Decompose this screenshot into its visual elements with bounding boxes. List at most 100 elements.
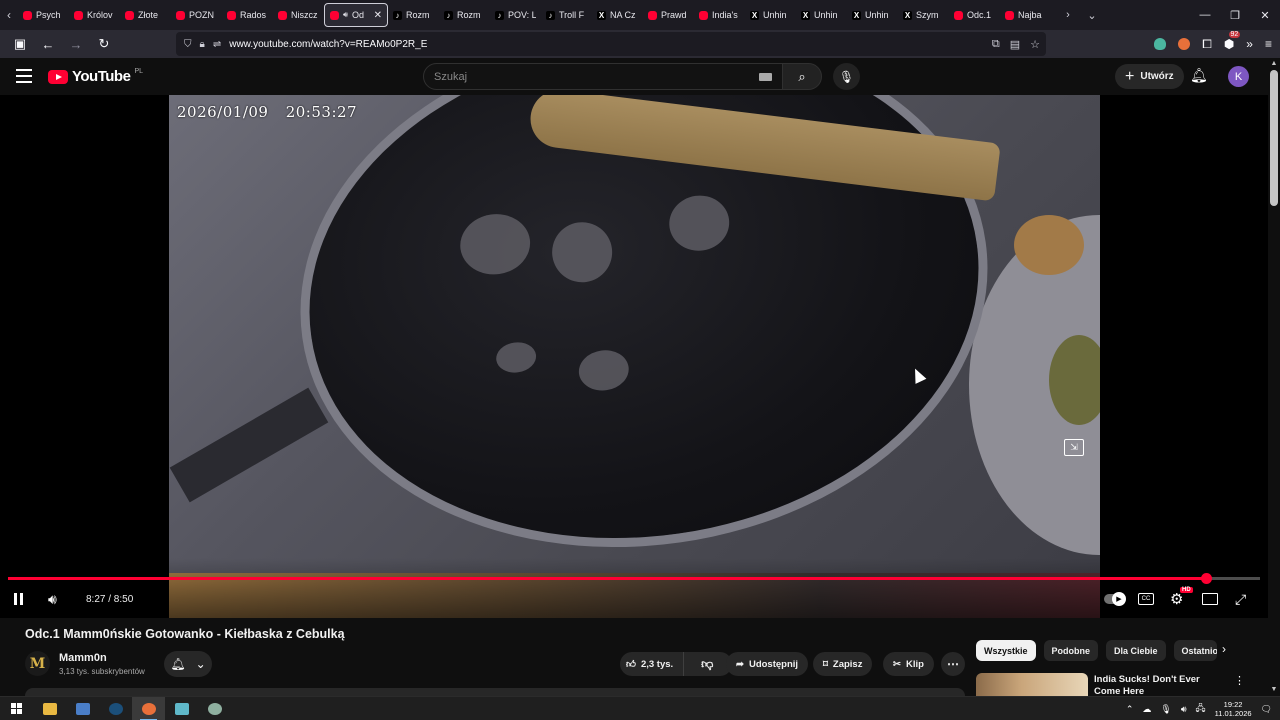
tab[interactable]: Odc.1 <box>949 3 1000 27</box>
overflow-chevron-icon[interactable]: » <box>1246 37 1253 51</box>
picture-in-picture-icon[interactable]: ⧉ <box>992 38 1000 51</box>
keyboard-icon[interactable] <box>759 73 772 81</box>
tab[interactable]: POZN <box>171 3 222 27</box>
hamburger-menu-icon[interactable] <box>16 69 32 83</box>
minimize-icon[interactable]: — <box>1190 0 1220 30</box>
tab[interactable]: ♪ Rozm <box>439 3 490 27</box>
tab-audio-icon[interactable]: 🔊︎ <box>343 10 348 20</box>
tab[interactable]: Rados <box>222 3 273 27</box>
chip-for-you[interactable]: Dla Ciebie <box>1106 640 1166 661</box>
tab[interactable]: Królov <box>69 3 120 27</box>
reader-view-icon[interactable]: ▤ <box>1010 38 1020 51</box>
recommendation-menu-icon[interactable]: ⋮ <box>1234 674 1245 687</box>
search-button[interactable]: ⌕ <box>782 63 822 90</box>
address-bar[interactable]: ⛉ 🔒︎ ⇌ www.youtube.com/watch?v=REAMo0P2R… <box>176 32 1046 56</box>
create-button[interactable]: + Utwórz <box>1115 64 1184 89</box>
autoplay-toggle[interactable]: ▶ <box>1104 592 1126 606</box>
voice-search-button[interactable]: 🎙︎ <box>833 63 860 90</box>
channel-avatar[interactable]: M <box>25 651 50 676</box>
taskbar-file-explorer[interactable] <box>33 697 66 720</box>
save-button[interactable]: ⌑ Zapisz <box>813 652 873 676</box>
scroll-up-icon[interactable]: ▲ <box>1270 60 1278 68</box>
list-all-tabs-icon[interactable]: ⌄ <box>1081 0 1103 30</box>
close-window-icon[interactable]: ✕ <box>1250 0 1280 30</box>
permissions-icon[interactable]: ⇌ <box>213 39 221 50</box>
reload-icon[interactable]: ↻ <box>92 32 116 56</box>
like-button[interactable]: 👍︎ 2,3 tys. <box>620 652 685 676</box>
tab[interactable]: X NA Cz <box>592 3 643 27</box>
tab[interactable]: Psych <box>18 3 69 27</box>
bookmark-star-icon[interactable]: ☆ <box>1030 38 1040 51</box>
subscription-bell-button[interactable]: 🔔︎ ⌄ <box>164 651 212 677</box>
channel-name[interactable]: Mamm0n <box>59 652 107 664</box>
tab[interactable]: X Unhin <box>796 3 847 27</box>
scroll-down-icon[interactable]: ▼ <box>1270 686 1278 694</box>
more-actions-button[interactable]: ⋯ <box>941 652 965 676</box>
tab[interactable]: India's <box>694 3 745 27</box>
forward-icon[interactable]: → <box>64 32 88 56</box>
clock[interactable]: 19:22 11.01.2026 <box>1215 700 1252 718</box>
tab[interactable]: X Szym <box>898 3 949 27</box>
dislike-button[interactable]: 👎︎ <box>689 652 725 676</box>
shield-extension-icon[interactable] <box>1154 38 1167 50</box>
chips-next-icon[interactable]: › <box>1222 642 1226 656</box>
share-button[interactable]: ➦ Udostępnij <box>726 652 809 676</box>
recommendation-thumbnail[interactable] <box>976 673 1088 696</box>
ublock-extension-icon[interactable]: ⬢ 92 <box>1224 31 1241 51</box>
volume-button[interactable]: 🔊︎ <box>48 589 57 609</box>
video-player[interactable]: 2026/01/09 20:53:27 ⇲ 🔊︎ 8:27 / 8:50 ▶ C… <box>0 95 1268 618</box>
tab[interactable]: X Unhin <box>847 3 898 27</box>
search-input[interactable]: Szukaj <box>423 63 783 90</box>
tab[interactable]: ♪ Troll F <box>541 3 592 27</box>
video-frame[interactable] <box>169 95 1100 618</box>
network-icon[interactable]: 🖧 <box>1196 701 1206 717</box>
tab[interactable]: Niszcz <box>273 3 324 27</box>
taskbar-app-blue[interactable] <box>165 697 198 720</box>
progress-bar[interactable] <box>8 573 1260 584</box>
subtitles-button[interactable]: CC <box>1138 593 1154 605</box>
tab[interactable]: ♪ Rozm <box>388 3 439 27</box>
account-avatar[interactable]: K <box>1228 66 1249 87</box>
extensions-puzzle-icon[interactable]: ⧠ <box>1202 37 1212 52</box>
description-box[interactable] <box>25 688 965 696</box>
tracking-protection-icon[interactable]: ⛉ <box>184 39 192 50</box>
fox-extension-icon[interactable] <box>1178 38 1191 50</box>
tab-active[interactable]: 🔊︎ Od ✕ <box>324 3 388 27</box>
start-button[interactable] <box>0 697 33 720</box>
chip-all[interactable]: Wszystkie <box>976 640 1036 661</box>
taskbar-app-shell[interactable] <box>198 697 231 720</box>
tab[interactable]: ♪ POV: L <box>490 3 541 27</box>
microphone-tray-icon[interactable]: 🎙︎ <box>1160 704 1171 715</box>
fullscreen-button[interactable]: ⤢ <box>1235 589 1246 609</box>
back-icon[interactable]: ← <box>36 32 60 56</box>
pause-button[interactable] <box>14 589 23 609</box>
tab[interactable]: Złote <box>120 3 171 27</box>
url-text[interactable]: www.youtube.com/watch?v=REAMo0P2R_E <box>229 39 427 50</box>
taskbar-steam[interactable] <box>99 697 132 720</box>
chip-related[interactable]: Podobne <box>1043 640 1099 661</box>
sidebar-toggle-icon[interactable]: ▣ <box>8 32 32 56</box>
tabs-scroll-left-icon[interactable]: ‹ <box>0 0 18 30</box>
clip-button[interactable]: ✂ Klip <box>883 652 934 676</box>
cloud-icon[interactable]: ☁ <box>1142 704 1151 715</box>
miniplayer-icon[interactable]: ⇲ <box>1064 439 1084 456</box>
app-menu-icon[interactable]: ≡ <box>1265 37 1272 51</box>
restore-icon[interactable]: ❐ <box>1220 0 1250 30</box>
notifications-bell-icon[interactable]: 🔔︎ <box>1190 67 1208 84</box>
chip-recent[interactable]: Ostatnio <box>1173 640 1217 661</box>
speaker-icon[interactable]: 🔊︎ <box>1181 704 1187 715</box>
settings-button[interactable]: ⚙ HD <box>1170 587 1193 609</box>
close-tab-icon[interactable]: ✕ <box>374 10 382 21</box>
youtube-logo[interactable]: YouTube PL <box>48 68 143 85</box>
lock-icon[interactable]: 🔒︎ <box>200 39 205 50</box>
theater-mode-button[interactable] <box>1202 593 1218 605</box>
tab[interactable]: Najba <box>1000 3 1051 27</box>
recommendation-title[interactable]: India Sucks! Don't Ever Come Here <box>1094 674 1224 696</box>
tab[interactable]: Prawd <box>643 3 694 27</box>
notifications-icon[interactable]: 🗨 <box>1261 704 1272 715</box>
page-scrollbar[interactable]: ▲ ▼ <box>1268 58 1280 696</box>
tray-expand-icon[interactable]: ⌃ <box>1126 704 1134 715</box>
taskbar-app-monitor[interactable] <box>66 697 99 720</box>
taskbar-firefox[interactable] <box>132 696 165 720</box>
tab[interactable]: X Unhin <box>745 3 796 27</box>
